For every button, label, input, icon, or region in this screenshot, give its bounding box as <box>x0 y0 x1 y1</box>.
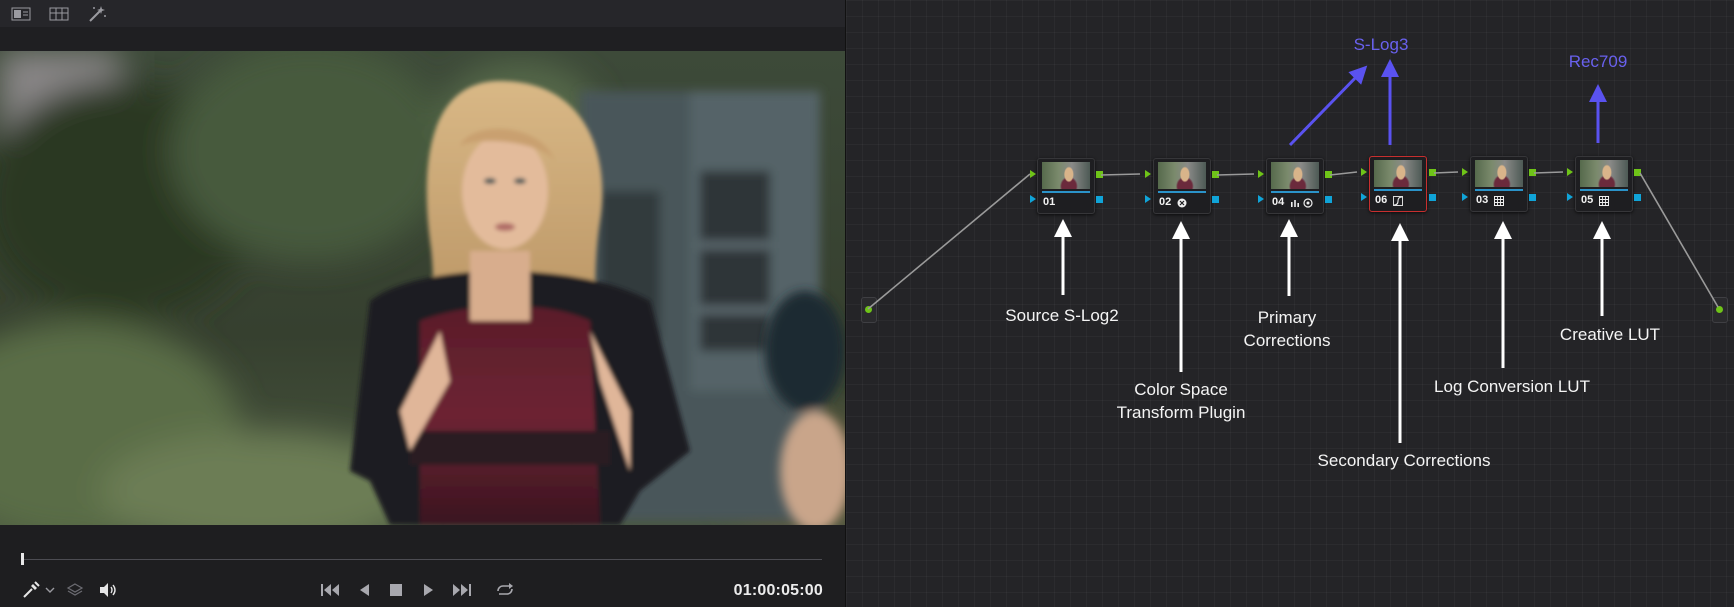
play-reverse-icon[interactable] <box>354 579 374 601</box>
node-editor[interactable]: 01 02 04 06 03 05 Source S-Log2 Color Sp… <box>845 0 1734 607</box>
annotation-line: Secondary Corrections <box>1317 451 1491 470</box>
node-output-rgb[interactable] <box>1096 171 1103 178</box>
stop-icon[interactable] <box>386 579 406 601</box>
node-number: 06 <box>1375 194 1388 206</box>
annotation-rec709: Rec709 <box>1568 52 1628 71</box>
annotation-line: Source S-Log2 <box>1005 306 1119 325</box>
play-icon[interactable] <box>419 579 439 601</box>
magic-wand-icon[interactable] <box>84 4 110 24</box>
node-06[interactable]: 06 <box>1369 156 1427 212</box>
node-input-key[interactable] <box>1462 193 1468 201</box>
annotation-secondary: Secondary Corrections <box>1318 449 1491 472</box>
output-port-dot <box>1716 306 1723 313</box>
node-input-key[interactable] <box>1145 195 1151 203</box>
transport-controls: 01:00:05:00 <box>0 575 845 607</box>
node-output-rgb[interactable] <box>1429 169 1436 176</box>
split-viewer-icon[interactable] <box>46 4 72 24</box>
annotation-line: Corrections <box>1243 331 1331 350</box>
node-input-rgb[interactable] <box>1030 170 1036 178</box>
node-input-rgb[interactable] <box>1462 168 1468 176</box>
node-input-key[interactable] <box>1258 195 1264 203</box>
node-output-key[interactable] <box>1096 196 1103 203</box>
node-thumbnail <box>1475 160 1523 187</box>
node-number: 05 <box>1581 194 1594 206</box>
node-output-rgb[interactable] <box>1529 169 1536 176</box>
node-output-rgb[interactable] <box>1212 171 1219 178</box>
node-output-key[interactable] <box>1634 194 1641 201</box>
output-port[interactable] <box>1712 297 1728 323</box>
node-input-key[interactable] <box>1361 193 1367 201</box>
node-key-line <box>1475 189 1523 191</box>
node-input-key[interactable] <box>1030 195 1036 203</box>
annotation-line: Color Space <box>1134 380 1228 399</box>
node-key-line <box>1271 191 1319 193</box>
node-number: 02 <box>1159 196 1172 208</box>
playhead-handle[interactable] <box>21 553 24 565</box>
timecode: 01:00:05:00 <box>733 582 823 599</box>
node-thumbnail <box>1042 162 1090 189</box>
node-number: 04 <box>1272 196 1285 208</box>
annotation-source: Source S-Log2 <box>1005 304 1118 327</box>
viewer-toolbar <box>0 0 845 27</box>
color-space-transform-icon <box>1177 198 1187 208</box>
annotation-slog3: S-Log3 <box>1353 35 1409 54</box>
annotation-line: Creative LUT <box>1559 325 1661 344</box>
node-output-key[interactable] <box>1212 196 1219 203</box>
annotation-cst: Color Space Transform Plugin <box>1117 378 1246 424</box>
node-01[interactable]: 01 <box>1037 158 1095 214</box>
node-thumbnail <box>1374 160 1422 187</box>
node-input-key[interactable] <box>1567 193 1573 201</box>
node-04[interactable]: 04 <box>1266 158 1324 214</box>
skip-forward-icon[interactable] <box>450 579 474 601</box>
node-key-line <box>1580 189 1628 191</box>
node-02[interactable]: 02 <box>1153 158 1211 214</box>
annotation-line: Log Conversion LUT <box>1434 377 1590 396</box>
node-key-line <box>1374 189 1422 191</box>
node-05[interactable]: 05 <box>1575 156 1633 212</box>
viewer-panel: 01:00:05:00 <box>0 0 845 607</box>
viewer-title-strip <box>0 27 845 51</box>
annotation-line: Primary <box>1257 308 1317 327</box>
node-key-line <box>1158 191 1206 193</box>
node-03[interactable]: 03 <box>1470 156 1528 212</box>
single-viewer-icon[interactable] <box>8 4 34 24</box>
node-thumbnail <box>1580 160 1628 187</box>
speaker-icon[interactable] <box>96 579 120 601</box>
node-output-rgb[interactable] <box>1634 169 1641 176</box>
chevron-down-icon[interactable] <box>44 579 56 601</box>
primaries-wheel-icon <box>1303 198 1313 208</box>
viewer-image <box>0 51 845 525</box>
curves-icon <box>1393 196 1403 206</box>
annotation-log-lut: Log Conversion LUT <box>1434 375 1590 398</box>
node-thumbnail <box>1158 162 1206 189</box>
node-input-rgb[interactable] <box>1567 168 1573 176</box>
source-port-dot <box>865 306 872 313</box>
node-number: 03 <box>1476 194 1489 206</box>
picker-icon[interactable] <box>20 579 42 601</box>
source-input-port[interactable] <box>861 297 877 323</box>
lut-grid-icon <box>1494 196 1504 206</box>
skip-back-icon[interactable] <box>318 579 342 601</box>
node-output-rgb[interactable] <box>1325 171 1332 178</box>
node-input-rgb[interactable] <box>1145 170 1151 178</box>
layers-icon[interactable] <box>64 579 86 601</box>
annotation-primary: Primary Corrections <box>1244 306 1331 352</box>
node-output-key[interactable] <box>1529 194 1536 201</box>
node-input-rgb[interactable] <box>1361 168 1367 176</box>
loop-icon[interactable] <box>493 579 517 601</box>
node-output-key[interactable] <box>1429 194 1436 201</box>
annotation-creative: Creative LUT <box>1560 323 1660 346</box>
timeline-scrubber[interactable] <box>0 548 845 568</box>
node-number: 01 <box>1043 196 1056 208</box>
node-thumbnail <box>1271 162 1319 189</box>
annotation-line: Transform Plugin <box>1116 403 1246 422</box>
node-output-key[interactable] <box>1325 196 1332 203</box>
node-key-line <box>1042 191 1090 193</box>
node-input-rgb[interactable] <box>1258 170 1264 178</box>
lut-grid-icon <box>1599 196 1609 206</box>
scrubber-track[interactable] <box>22 559 822 560</box>
primaries-bars-icon <box>1291 200 1299 207</box>
